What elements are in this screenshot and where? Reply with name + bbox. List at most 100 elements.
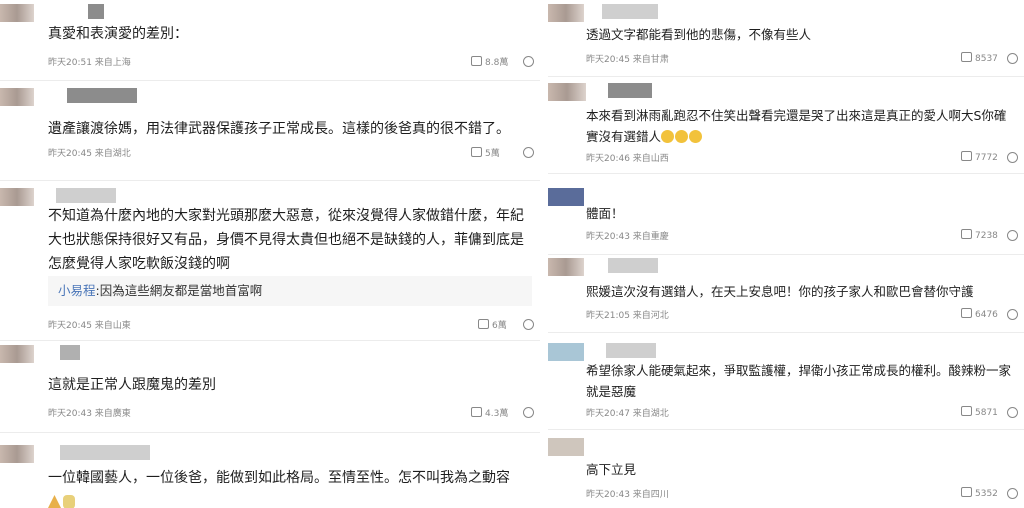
like-button[interactable]: 5352 [961,487,998,499]
comment-text: 熙媛這次沒有選錯人，在天上安息吧！你的孩子家人和歐巴會替你守護 [586,284,974,299]
comment-item: 這就是正常人跟魔鬼的差別 昨天20:43 来自廣東 4.3萬 [0,341,540,431]
comment-text: 本來看到淋雨亂跑忍不住笑出聲看完還是哭了出來這是真正的愛人啊大S你確實沒有選錯人 [586,108,1007,144]
like-button[interactable]: 8537 [961,52,998,64]
comment-meta: 昨天20:43 来自四川 [586,490,669,500]
comment-bubble-icon[interactable] [1007,230,1018,241]
like-count: 5871 [975,408,998,418]
like-button[interactable]: 7772 [961,151,998,163]
comment-text: 遺產讓渡徐媽，用法律武器保護孩子正常成長。這樣的後爸真的很不錯了。 [48,121,510,137]
like-button[interactable]: 7238 [961,229,998,241]
right-comment-column: 透過文字都能看到他的悲傷，不像有些人 昨天20:45 来自甘肃 8537 本來看… [548,0,1024,508]
comment-bubble-icon[interactable] [1007,488,1018,499]
thumbs-up-icon [471,147,482,157]
emoji-icon [675,130,689,143]
like-button[interactable]: 4.3萬 [471,406,508,419]
comment-text: 透過文字都能看到他的悲傷，不像有些人 [586,27,812,42]
username[interactable] [56,188,116,203]
like-count: 8.8萬 [485,58,509,68]
left-comment-column: 真愛和表演愛的差別： 昨天20:51 来自上海 8.8萬 遺產讓渡徐媽，用法律武… [0,0,540,508]
comment-meta: 昨天20:51 来自上海 [48,58,131,68]
comment-text: 不知道為什麼內地的大家對光頭那麼大惡意，從來沒覺得人家做錯什麼，年紀大也狀態保持… [48,208,524,272]
comment-bubble-icon[interactable] [1007,53,1018,64]
thumbs-up-icon [961,229,972,239]
username[interactable] [60,445,150,460]
comment-bubble-icon[interactable] [1007,152,1018,163]
reply-preview[interactable]: 小易程:因為這些網友都是當地首富啊 [48,276,532,306]
comment-meta: 昨天20:43 来自廣東 [48,409,131,419]
avatar[interactable] [0,88,34,106]
thumbs-up-icon [961,487,972,497]
like-count: 7238 [975,231,998,241]
username[interactable] [608,83,652,98]
username[interactable] [88,4,104,19]
username[interactable] [60,345,80,360]
like-count: 5352 [975,489,998,499]
avatar[interactable] [0,4,34,22]
avatar[interactable] [0,345,34,363]
comment-item: 本來看到淋雨亂跑忍不住笑出聲看完還是哭了出來這是真正的愛人啊大S你確實沒有選錯人… [548,77,1024,173]
like-count: 5萬 [485,149,500,159]
comment-item: 希望徐家人能硬氣起來，爭取監護權，捍衛小孩正常成長的權利。酸辣粉一家就是惡魔 昨… [548,333,1024,428]
comment-text: 一位韓國藝人，一位後爸，能做到如此格局。至情至性。怎不叫我為之動容 [48,466,532,508]
emoji-icon [661,130,675,143]
thumbs-up-icon [478,319,489,329]
comment-meta: 昨天20:46 来自山西 [586,154,669,164]
comment-text: 希望徐家人能硬氣起來，爭取監護權，捍衛小孩正常成長的權利。酸辣粉一家就是惡魔 [586,363,1012,399]
like-count: 7772 [975,153,998,163]
username[interactable] [67,88,137,103]
avatar[interactable] [548,83,586,101]
thumbs-up-icon [471,56,482,66]
avatar[interactable] [0,445,34,463]
username[interactable] [606,343,656,358]
comment-text: 體面！ [586,206,624,221]
avatar[interactable] [548,258,584,276]
avatar[interactable] [548,343,584,361]
avatar[interactable] [0,188,34,206]
comment-item: 透過文字都能看到他的悲傷，不像有些人 昨天20:45 来自甘肃 8537 [548,0,1024,75]
comment-item: 不知道為什麼內地的大家對光頭那麼大惡意，從來沒覺得人家做錯什麼，年紀大也狀態保持… [0,181,540,341]
thumbs-up-icon [961,151,972,161]
avatar[interactable] [548,188,584,206]
comment-meta: 昨天21:05 来自河北 [586,311,669,321]
thumbs-up-icon [961,406,972,416]
comment-bubble-icon[interactable] [523,319,534,330]
like-count: 6476 [975,310,998,320]
comment-meta: 昨天20:47 来自湖北 [586,409,669,419]
sticker-emoji-icon [63,495,75,508]
pray-emoji-icon [48,495,61,508]
reply-text: :因為這些網友都是當地首富啊 [95,283,263,298]
like-button[interactable]: 6萬 [478,318,507,331]
reply-username[interactable]: 小易程 [58,283,96,298]
username[interactable] [608,258,658,273]
comment-text: 高下立見 [586,462,637,477]
comment-text: 這就是正常人跟魔鬼的差別 [48,377,216,393]
comment-item: 遺產讓渡徐媽，用法律武器保護孩子正常成長。這樣的後爸真的很不錯了。 昨天20:4… [0,81,540,181]
comment-bubble-icon[interactable] [1007,309,1018,320]
comment-item: 真愛和表演愛的差別： 昨天20:51 来自上海 8.8萬 [0,0,540,80]
comment-item: 熙媛這次沒有選錯人，在天上安息吧！你的孩子家人和歐巴會替你守護 昨天21:05 … [548,255,1024,332]
comment-bubble-icon[interactable] [523,56,534,67]
emoji-icon [689,130,703,143]
like-button[interactable]: 8.8萬 [471,55,508,68]
like-count: 6萬 [492,321,507,331]
comment-text: 真愛和表演愛的差別： [48,26,188,42]
comment-bubble-icon[interactable] [1007,407,1018,418]
comment-item: 一位韓國藝人，一位後爸，能做到如此格局。至情至性。怎不叫我為之動容 [0,433,540,508]
like-button[interactable]: 6476 [961,308,998,320]
thumbs-up-icon [471,407,482,417]
avatar[interactable] [548,438,584,456]
comment-meta: 昨天20:43 来自重慶 [586,232,669,242]
comment-bubble-icon[interactable] [523,147,534,158]
comment-bubble-icon[interactable] [523,407,534,418]
username[interactable] [602,4,658,19]
comment-meta: 昨天20:45 来自山東 [48,321,131,331]
thumbs-up-icon [961,52,972,62]
comment-meta: 昨天20:45 来自甘肃 [586,55,669,65]
thumbs-up-icon [961,308,972,318]
comment-item: 體面！ 昨天20:43 来自重慶 7238 [548,174,1024,254]
like-button[interactable]: 5萬 [471,146,500,159]
like-count: 8537 [975,54,998,64]
avatar[interactable] [548,4,584,22]
like-button[interactable]: 5871 [961,406,998,418]
comment-meta: 昨天20:45 来自湖北 [48,149,131,159]
